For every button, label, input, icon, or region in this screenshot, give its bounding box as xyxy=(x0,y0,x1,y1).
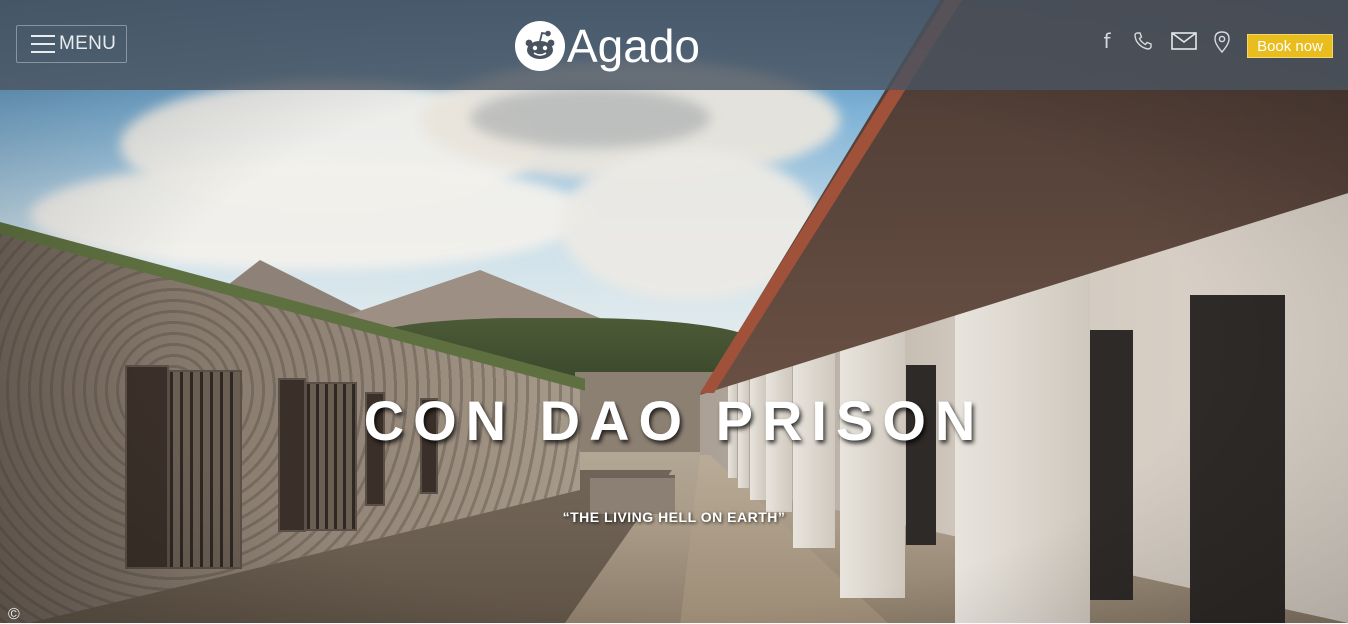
menu-button[interactable]: MENU xyxy=(16,25,127,63)
phone-icon[interactable] xyxy=(1131,30,1155,52)
copyright-icon: © xyxy=(8,606,20,623)
hero-background-image xyxy=(0,0,1348,623)
hero-title: CON DAO PRISON xyxy=(363,389,985,452)
book-now-button[interactable]: Book now xyxy=(1247,34,1333,58)
vignette-overlay xyxy=(0,0,1348,623)
site-header: MENU Agado f Book now xyxy=(0,0,1348,90)
map-pin-icon[interactable] xyxy=(1213,30,1231,54)
menu-label: MENU xyxy=(59,33,117,54)
mail-icon[interactable] xyxy=(1170,30,1198,52)
alien-logo-icon xyxy=(515,21,565,71)
site-logo[interactable]: Agado xyxy=(515,16,700,76)
hero-subtitle: “THE LIVING HELL ON EARTH” xyxy=(562,509,786,525)
hamburger-icon xyxy=(31,35,55,53)
facebook-icon[interactable]: f xyxy=(1099,29,1115,53)
logo-text: Agado xyxy=(567,20,701,72)
